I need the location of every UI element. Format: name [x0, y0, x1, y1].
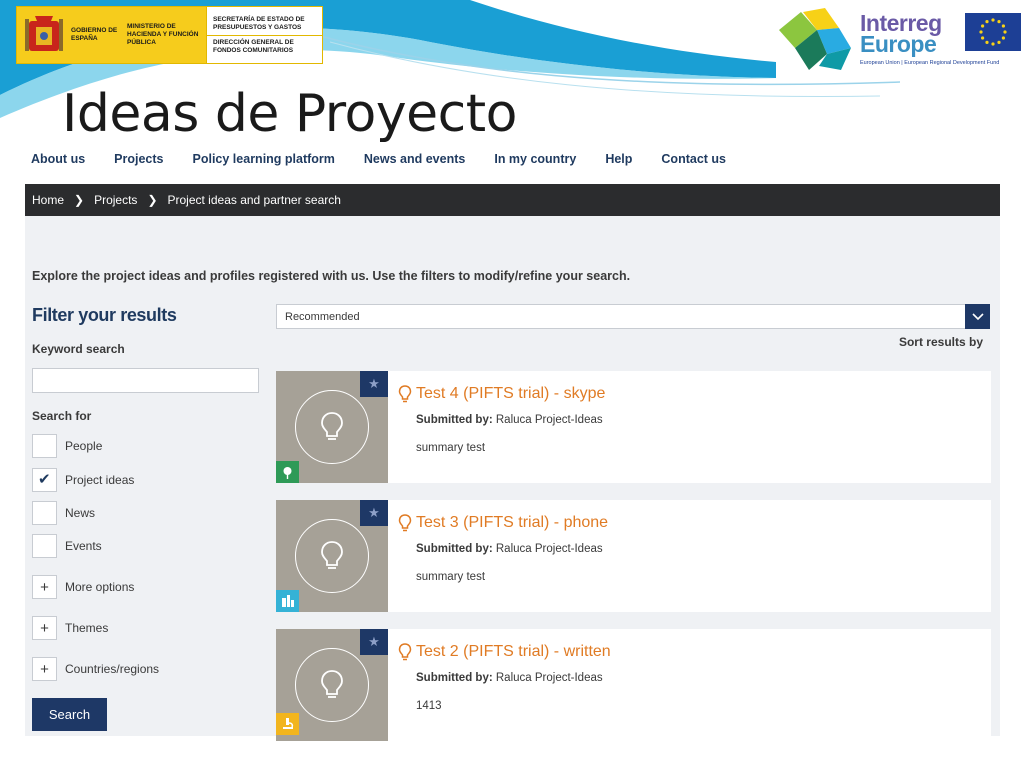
result-title-link[interactable]: Test 4 (PIFTS trial) - skype — [398, 385, 605, 403]
nav-contact-us[interactable]: Contact us — [661, 152, 726, 166]
filter-news-row[interactable]: News — [32, 501, 95, 525]
filter-people-row[interactable]: People — [32, 434, 102, 458]
result-submitted-by: Submitted by: Raluca Project-Ideas — [416, 672, 603, 684]
result-summary: summary test — [416, 571, 486, 583]
nav-policy-learning-platform[interactable]: Policy learning platform — [193, 152, 335, 166]
keyword-search-input[interactable] — [32, 368, 259, 393]
events-label: Events — [65, 539, 102, 553]
countries-regions-expander[interactable]: + Countries/regions — [32, 657, 159, 681]
gov-logo-line1: GOBIERNO DE ESPAÑA — [71, 27, 118, 42]
breadcrumb-home[interactable]: Home — [32, 193, 64, 207]
result-thumbnail: ★ — [276, 371, 388, 483]
result-title[interactable]: Test 3 (PIFTS trial) - phone — [416, 514, 608, 532]
filter-project-ideas-row[interactable]: ✔ Project ideas — [32, 468, 134, 492]
content-panel: Explore the project ideas and profiles r… — [25, 216, 1000, 741]
submitted-by-label: Submitted by: — [416, 543, 493, 555]
result-title[interactable]: Test 2 (PIFTS trial) - written — [416, 643, 611, 661]
slide-title: Ideas de Proyecto — [62, 84, 517, 144]
lightbulb-icon — [295, 519, 369, 593]
gov-logo-separator — [207, 34, 322, 36]
slide: GOBIERNO DE ESPAÑA MINISTERIO DE HACIEND… — [0, 0, 1024, 768]
star-icon[interactable]: ★ — [360, 629, 388, 655]
sort-select[interactable]: Recommended — [276, 304, 990, 329]
more-options-label: More options — [65, 580, 135, 594]
result-thumbnail: ★ — [276, 500, 388, 612]
nav-help[interactable]: Help — [605, 152, 632, 166]
chevron-down-icon[interactable] — [965, 304, 990, 329]
star-icon[interactable]: ★ — [360, 371, 388, 397]
result-card[interactable]: ★ Test 3 (PIFTS trial) - phone Submitted… — [276, 500, 991, 612]
plus-icon[interactable]: + — [32, 616, 57, 640]
lightbulb-outline-icon — [398, 385, 412, 403]
submitted-by-label: Submitted by: — [416, 672, 493, 684]
news-label: News — [65, 506, 96, 520]
interreg-mark-icon — [779, 8, 851, 70]
europe-wordmark: Europe — [860, 31, 937, 57]
city-icon — [276, 590, 299, 612]
result-title[interactable]: Test 4 (PIFTS trial) - skype — [416, 385, 605, 403]
gov-logo-yellow-panel: GOBIERNO DE ESPAÑA MINISTERIO DE HACIEND… — [17, 7, 206, 63]
interreg-europe-logo: Interreg Europe European Union | Europea… — [779, 8, 1024, 70]
environment-icon — [276, 461, 299, 483]
events-checkbox[interactable] — [32, 534, 57, 558]
gov-logo-line2: MINISTERIO DE HACIENDA Y FUNCIÓN PÚBLICA — [127, 23, 199, 46]
submitted-by-name: Raluca Project-Ideas — [495, 672, 603, 684]
nav-projects[interactable]: Projects — [114, 152, 163, 166]
star-icon[interactable]: ★ — [360, 500, 388, 526]
coat-of-arms-icon — [25, 16, 63, 51]
submitted-by-label: Submitted by: — [416, 414, 493, 426]
keyword-search-label: Keyword search — [32, 342, 125, 356]
result-summary: summary test — [416, 442, 486, 454]
research-icon — [276, 713, 299, 735]
filter-events-row[interactable]: Events — [32, 534, 102, 558]
chevron-right-icon: ❯ — [74, 193, 85, 207]
lightbulb-icon — [295, 648, 369, 722]
main-nav: About us Projects Policy learning platfo… — [31, 152, 755, 166]
nav-in-my-country[interactable]: In my country — [494, 152, 576, 166]
lightbulb-outline-icon — [398, 514, 412, 532]
result-title-link[interactable]: Test 2 (PIFTS trial) - written — [398, 643, 611, 661]
search-button[interactable]: Search — [32, 698, 107, 731]
result-card[interactable]: ★ Test 2 (PIFTS trial) - written Submitt… — [276, 629, 991, 741]
sort-results-label: Sort results by — [898, 335, 983, 349]
lightbulb-icon — [295, 390, 369, 464]
plus-icon[interactable]: + — [32, 575, 57, 599]
breadcrumb: Home ❯ Projects ❯ Project ideas and part… — [25, 184, 1000, 216]
project-ideas-checkbox[interactable]: ✔ — [32, 468, 57, 492]
result-summary: 1413 — [416, 700, 442, 712]
result-title-link[interactable]: Test 3 (PIFTS trial) - phone — [398, 514, 608, 532]
lightbulb-outline-icon — [398, 643, 412, 661]
result-card[interactable]: ★ Test 4 (PIFTS trial) - skype Submitted… — [276, 371, 991, 483]
nav-about-us[interactable]: About us — [31, 152, 85, 166]
gov-logo-direccion: DIRECCIÓN GENERAL DE FONDOS COMUNITARIOS — [213, 38, 294, 54]
news-checkbox[interactable] — [32, 501, 57, 525]
result-submitted-by: Submitted by: Raluca Project-Ideas — [416, 414, 603, 426]
nav-news-and-events[interactable]: News and events — [364, 152, 465, 166]
search-for-label: Search for — [32, 409, 92, 423]
filter-title: Filter your results — [32, 305, 177, 325]
submitted-by-name: Raluca Project-Ideas — [495, 543, 603, 555]
gov-logo-secretaria: SECRETARÍA DE ESTADO DE PRESUPUESTOS Y G… — [213, 15, 305, 31]
more-options-expander[interactable]: + More options — [32, 575, 134, 599]
people-label: People — [65, 439, 103, 453]
interreg-caption: European Union | European Regional Devel… — [860, 60, 1000, 66]
countries-regions-label: Countries/regions — [65, 662, 160, 676]
intro-text: Explore the project ideas and profiles r… — [32, 269, 631, 283]
result-thumbnail: ★ — [276, 629, 388, 741]
project-ideas-label: Project ideas — [65, 473, 135, 487]
result-submitted-by: Submitted by: Raluca Project-Ideas — [416, 543, 603, 555]
submitted-by-name: Raluca Project-Ideas — [495, 414, 603, 426]
plus-icon[interactable]: + — [32, 657, 57, 681]
themes-expander[interactable]: + Themes — [32, 616, 108, 640]
breadcrumb-current: Project ideas and partner search — [167, 193, 341, 207]
checkmark-icon: ✔ — [38, 471, 51, 488]
breadcrumb-projects[interactable]: Projects — [94, 193, 137, 207]
chevron-right-icon: ❯ — [147, 193, 158, 207]
eu-flag-icon — [965, 13, 1021, 51]
sort-selected-value: Recommended — [285, 311, 360, 323]
gov-logo-white-panel: SECRETARÍA DE ESTADO DE PRESUPUESTOS Y G… — [206, 7, 322, 63]
gobierno-espana-logo: GOBIERNO DE ESPAÑA MINISTERIO DE HACIEND… — [16, 6, 323, 64]
people-checkbox[interactable] — [32, 434, 57, 458]
themes-label: Themes — [65, 621, 109, 635]
